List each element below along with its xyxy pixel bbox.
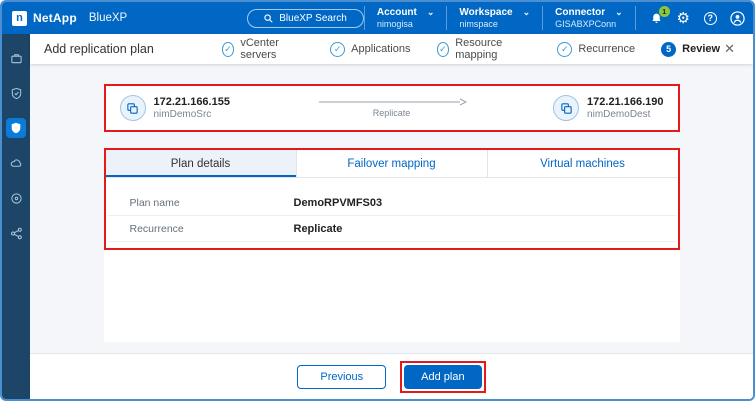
target-icon — [10, 192, 23, 205]
workspace-menu-label: Workspace — [459, 7, 512, 18]
plan-name-value: DemoRPVMFS03 — [294, 197, 383, 209]
header-right: Account ⌄ nimogisa Workspace ⌄ nimspace Co… — [364, 2, 746, 34]
shield-icon — [10, 122, 22, 134]
replication-summary-card: 172.21.166.155 nimDemoSrc Replicate — [104, 84, 680, 132]
table-row: Plan name DemoRPVMFS03 — [108, 190, 676, 216]
sidebar-item-health[interactable] — [6, 83, 26, 103]
step-applications[interactable]: ✓ Applications — [330, 42, 410, 57]
target-name: nimDemoDest — [587, 109, 663, 120]
step-check-icon: ✓ — [222, 42, 235, 57]
add-plan-button[interactable]: Add plan — [404, 365, 481, 389]
left-navigation — [2, 34, 30, 399]
help-button[interactable]: ? — [702, 10, 719, 27]
plan-name-label: Plan name — [108, 197, 294, 209]
source-ip: 172.21.166.155 — [154, 96, 230, 108]
source-name: nimDemoSrc — [154, 109, 230, 120]
account-menu-label: Account — [377, 7, 417, 18]
workspace-menu-value: nimspace — [459, 19, 530, 29]
app-window: n NetApp BlueXP BlueXP Search Account ⌄ n… — [0, 0, 755, 401]
sidebar-item-mobility[interactable] — [6, 153, 26, 173]
notifications-button[interactable]: 1 — [648, 10, 665, 27]
workspace-menu[interactable]: Workspace ⌄ nimspace — [446, 6, 542, 30]
gear-icon: ⚙ — [676, 11, 689, 26]
chevron-down-icon: ⌄ — [523, 7, 531, 18]
step-check-icon: ✓ — [557, 42, 572, 57]
share-icon — [10, 227, 23, 240]
step-check-icon: ✓ — [330, 42, 345, 57]
search-label: BlueXP Search — [279, 13, 347, 24]
step-number: 5 — [661, 42, 676, 57]
add-plan-highlight: Add plan — [400, 361, 485, 393]
plan-details-rows: Plan name DemoRPVMFS03 Recurrence Replic… — [106, 178, 678, 248]
step-label: Applications — [351, 43, 410, 55]
wizard-steps: ✓ vCenter servers ✓ Applications ✓ Resou… — [222, 37, 720, 61]
brand-name: NetApp — [33, 11, 77, 25]
user-menu-button[interactable] — [729, 10, 746, 27]
top-header: n NetApp BlueXP BlueXP Search Account ⌄ n… — [2, 2, 753, 34]
netapp-logo-icon: n — [12, 11, 27, 26]
step-label: Recurrence — [578, 43, 635, 55]
table-row: Recurrence Replicate — [108, 216, 676, 242]
connector-menu[interactable]: Connector ⌄ GISABXPConn — [542, 6, 635, 30]
header-icons: 1 ⚙ ? — [635, 6, 746, 30]
notification-badge: 1 — [659, 6, 670, 17]
step-label: Resource mapping — [455, 37, 531, 61]
step-label: Review — [682, 43, 720, 55]
step-vcenter-servers[interactable]: ✓ vCenter servers — [222, 37, 305, 61]
shield-check-icon — [10, 87, 23, 100]
page-title: Add replication plan — [44, 42, 222, 56]
target-host-icon — [553, 95, 579, 121]
sidebar-item-governance[interactable] — [6, 188, 26, 208]
chevron-down-icon: ⌄ — [615, 7, 623, 18]
sidebar-item-protection-active[interactable] — [6, 118, 26, 138]
brand-product: BlueXP — [89, 12, 127, 24]
close-icon[interactable]: ✕ — [720, 39, 739, 59]
panel-empty-area — [104, 250, 680, 342]
global-search[interactable]: BlueXP Search — [247, 9, 364, 28]
step-label: vCenter servers — [240, 37, 304, 61]
tab-virtual-machines[interactable]: Virtual machines — [488, 150, 678, 177]
step-review[interactable]: 5 Review — [661, 42, 720, 57]
source-host: 172.21.166.155 nimDemoSrc — [120, 95, 230, 121]
source-host-icon — [120, 95, 146, 121]
brand: n NetApp BlueXP — [12, 11, 127, 26]
review-panel: Plan details Failover mapping Virtual ma… — [104, 148, 680, 342]
account-menu[interactable]: Account ⌄ nimogisa — [364, 6, 447, 30]
wizard-footer: Previous Add plan — [30, 353, 753, 399]
cloud-icon — [10, 157, 23, 170]
help-icon: ? — [704, 12, 717, 25]
review-content: 172.21.166.155 nimDemoSrc Replicate — [30, 64, 753, 353]
connector-menu-label: Connector — [555, 7, 605, 18]
review-tabs: Plan details Failover mapping Virtual ma… — [106, 150, 678, 178]
tab-failover-mapping[interactable]: Failover mapping — [297, 150, 488, 177]
settings-button[interactable]: ⚙ — [675, 10, 692, 27]
target-ip: 172.21.166.190 — [587, 96, 663, 108]
chevron-down-icon: ⌄ — [427, 7, 435, 18]
recurrence-value: Replicate — [294, 223, 343, 235]
search-icon — [264, 14, 273, 23]
arrow-label: Replicate — [373, 108, 411, 118]
arrow-right-icon — [317, 98, 467, 106]
target-host: 172.21.166.190 nimDemoDest — [553, 95, 663, 121]
plan-details-section: Plan details Failover mapping Virtual ma… — [104, 148, 680, 250]
recurrence-label: Recurrence — [108, 223, 294, 235]
connector-menu-value: GISABXPConn — [555, 19, 623, 29]
step-recurrence[interactable]: ✓ Recurrence — [557, 42, 635, 57]
briefcase-icon — [10, 52, 23, 65]
tab-plan-details[interactable]: Plan details — [106, 150, 297, 177]
account-menu-value: nimogisa — [377, 19, 435, 29]
replicate-direction: Replicate — [230, 98, 553, 118]
step-resource-mapping[interactable]: ✓ Resource mapping — [437, 37, 532, 61]
step-check-icon: ✓ — [437, 42, 450, 57]
wizard-header: Add replication plan ✓ vCenter servers ✓… — [30, 34, 753, 64]
user-icon — [730, 11, 745, 26]
previous-button[interactable]: Previous — [297, 365, 386, 389]
sidebar-item-workloads[interactable] — [6, 48, 26, 68]
sidebar-item-extensions[interactable] — [6, 223, 26, 243]
